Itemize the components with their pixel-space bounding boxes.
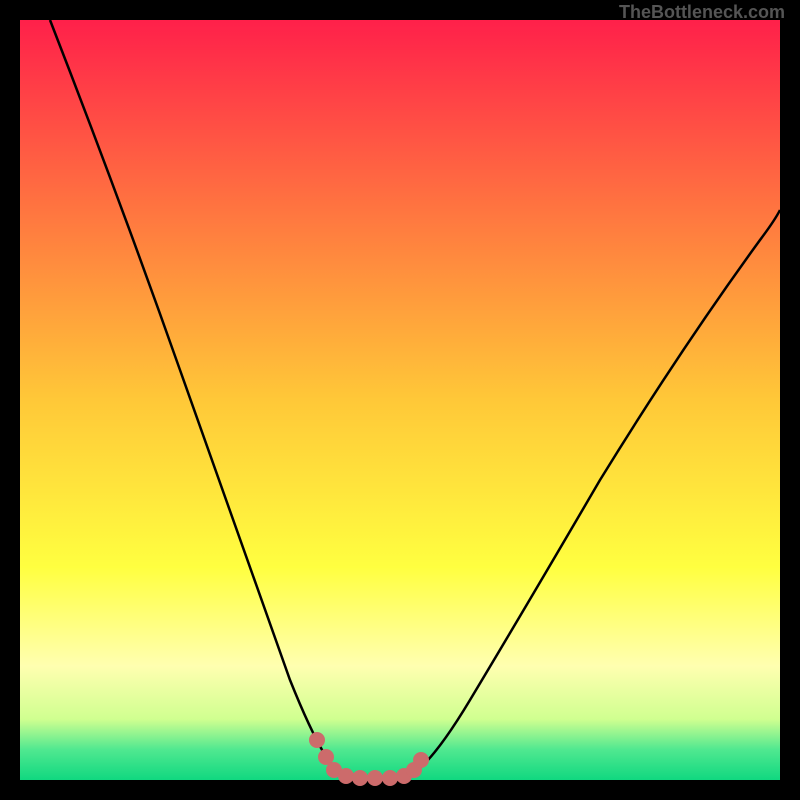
watermark-text: TheBottleneck.com <box>619 2 785 23</box>
chart-container: TheBottleneck.com <box>0 0 800 800</box>
chart-svg <box>0 0 800 800</box>
chart-plot-area <box>20 20 780 780</box>
